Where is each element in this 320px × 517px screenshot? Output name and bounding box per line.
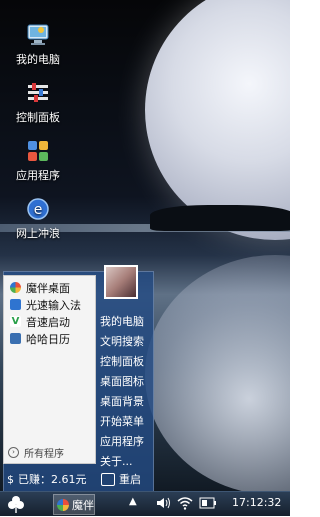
wallpaper-moon-reflection xyxy=(145,255,290,491)
calendar-icon xyxy=(10,333,21,344)
mobanbox-icon xyxy=(57,498,69,511)
all-programs-button[interactable]: › 所有程序 xyxy=(8,445,64,460)
menu-right-label: 桌面图标 xyxy=(100,375,144,388)
restart-label: 重启 xyxy=(119,473,141,486)
menu-right-item[interactable]: 文明搜索 xyxy=(100,333,144,349)
desktop-icon-control-panel[interactable]: 控制面板 xyxy=(8,80,68,125)
arrow-right-icon: › xyxy=(8,447,19,458)
applications-icon xyxy=(25,138,51,164)
taskbar: 魔伴 ▲ 17:12:32 xyxy=(0,491,290,516)
menu-item-calendar[interactable]: 哈哈日历 xyxy=(4,330,95,347)
taskbar-app-label: 魔伴 xyxy=(72,498,94,512)
menu-right-label: 开始菜单 xyxy=(100,415,144,428)
clock-time: 17:12:32 xyxy=(232,496,282,509)
browser-icon: e xyxy=(25,196,51,222)
taskbar-app-moban[interactable]: 魔伴 xyxy=(53,494,95,515)
all-programs-label: 所有程序 xyxy=(24,449,64,460)
wifi-icon[interactable] xyxy=(177,496,193,513)
desktop-icon-label: 网上冲浪 xyxy=(16,227,60,240)
menu-item-input-method[interactable]: 光速输入法 xyxy=(4,296,95,313)
tray-expand-button[interactable]: ▲ xyxy=(129,496,137,507)
desktop-icon-label: 控制面板 xyxy=(16,111,60,124)
control-panel-icon xyxy=(25,80,51,106)
wallpaper-moon xyxy=(145,0,290,240)
battery-icon[interactable] xyxy=(199,496,217,513)
desktop-icon-applications[interactable]: 应用程序 xyxy=(8,138,68,183)
power-icon xyxy=(101,472,115,486)
menu-right-label: 我的电脑 xyxy=(100,315,144,328)
avatar[interactable] xyxy=(104,265,138,299)
menu-right-label: 控制面板 xyxy=(100,355,144,368)
menu-right-label: 文明搜索 xyxy=(100,335,144,348)
desktop-icon-label: 我的电脑 xyxy=(16,53,60,66)
menu-item-vstart[interactable]: V 音速启动 xyxy=(4,313,95,330)
volume-icon[interactable] xyxy=(156,496,172,513)
menu-item-mobanbox[interactable]: 魔伴桌面 xyxy=(4,279,95,296)
computer-icon xyxy=(25,22,51,48)
menu-right-item[interactable]: 桌面背景 xyxy=(100,393,144,409)
desktop-icon-my-computer[interactable]: 我的电脑 xyxy=(8,22,68,67)
mobanbox-icon xyxy=(10,282,21,293)
money-bag-icon: $ xyxy=(7,472,14,486)
svg-text:e: e xyxy=(34,202,43,218)
menu-right-item[interactable]: 桌面图标 xyxy=(100,373,144,389)
earnings-label: 已赚：2.61元 xyxy=(18,473,87,486)
menu-right-item[interactable]: 控制面板 xyxy=(100,353,144,369)
menu-right-item[interactable]: 开始菜单 xyxy=(100,413,144,429)
clover-icon xyxy=(8,496,24,513)
desktop-icon-browser[interactable]: e 网上冲浪 xyxy=(8,196,68,241)
wallpaper-island xyxy=(150,205,290,231)
start-menu-programs: 魔伴桌面 光速输入法 V 音速启动 哈哈日历 › 所有程序 xyxy=(3,275,96,464)
vstart-icon: V xyxy=(10,316,21,327)
menu-right-label: 应用程序 xyxy=(100,435,144,448)
earnings-display[interactable]: $ 已赚：2.61元 xyxy=(7,471,87,487)
menu-right-item[interactable]: 应用程序 xyxy=(100,433,144,449)
menu-right-item[interactable]: 我的电脑 xyxy=(100,313,144,329)
menu-item-label: 光速输入法 xyxy=(26,298,81,312)
clock[interactable]: 17:12:32 xyxy=(232,496,281,509)
menu-item-label: 哈哈日历 xyxy=(26,332,70,346)
start-button[interactable] xyxy=(6,494,26,517)
menu-right-label: 桌面背景 xyxy=(100,395,144,408)
restart-button[interactable]: 重启 xyxy=(101,471,141,487)
menu-item-label: 音速启动 xyxy=(26,315,70,329)
desktop: 我的电脑 控制面板 应用程序 e 网上冲浪 魔伴桌面 光速输入法 V 音速启动 xyxy=(0,0,290,491)
input-method-icon xyxy=(10,299,21,310)
menu-item-label: 魔伴桌面 xyxy=(26,281,70,295)
start-menu-footer: $ 已赚：2.61元 重启 xyxy=(3,467,152,489)
desktop-icon-label: 应用程序 xyxy=(16,169,60,182)
